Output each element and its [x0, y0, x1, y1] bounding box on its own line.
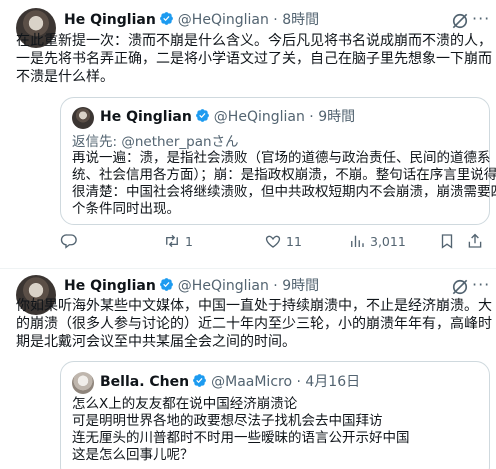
like-button[interactable]: 11: [264, 232, 302, 250]
author-handle[interactable]: @HeQinglian: [178, 278, 269, 294]
more-icon[interactable]: ···: [472, 275, 490, 294]
reply-to-label: 返信先: @nether_panさん: [72, 134, 239, 150]
separator-dot: ·: [273, 12, 278, 28]
quoted-post[interactable]: Bella. Chen @MaaMicro · 4月16日 怎么X上的友友都在说中…: [60, 361, 490, 469]
separator-dot: ·: [309, 109, 314, 125]
quoted-author-handle: @HeQinglian: [213, 109, 305, 125]
post-1[interactable]: He Qinglian @HeQinglian · 8時間 ··· 在此重新提一次…: [0, 0, 496, 269]
grok-icon[interactable]: [450, 277, 470, 297]
quoted-author-avatar: [72, 107, 94, 129]
post-text: 你如果听海外某些中文媒体，中国一直处于持续崩溃中，不止是经济崩溃。大 的崩溃（很…: [16, 298, 492, 350]
quoted-author-name: He Qinglian: [100, 109, 192, 125]
author-name[interactable]: He Qinglian: [64, 12, 156, 28]
views-icon: [351, 235, 364, 247]
post-time[interactable]: 9時間: [282, 278, 319, 294]
action-bar: 1 11 3,011: [60, 232, 490, 260]
quoted-author-handle: @MaaMicro: [211, 374, 293, 390]
more-icon[interactable]: ···: [472, 9, 490, 28]
quoted-author-name: Bella. Chen: [100, 374, 190, 390]
separator-dot: ·: [296, 374, 301, 390]
verified-badge-icon: [193, 374, 207, 387]
bookmark-button[interactable]: [438, 232, 456, 250]
quoted-post-text: 怎么X上的友友都在说中国经济崩溃论 可是明明世界各地的政要想尽法子找机会去中国拜…: [72, 396, 410, 463]
reply-button[interactable]: [60, 232, 82, 250]
bookmark-icon: [441, 234, 453, 249]
like-icon: [265, 235, 281, 248]
author-name[interactable]: He Qinglian: [64, 278, 156, 294]
share-icon: [468, 233, 482, 248]
post-time[interactable]: 8時間: [282, 12, 319, 28]
quoted-post-time: 9時間: [318, 109, 356, 125]
views-button[interactable]: 3,011: [348, 232, 406, 250]
repost-button[interactable]: 1: [163, 232, 193, 250]
post-2[interactable]: He Qinglian @HeQinglian · 9時間 ··· 你如果听海外某…: [0, 269, 496, 469]
verified-badge-icon: [159, 278, 173, 291]
quoted-post-text: 再说一遍：溃，是指社会溃败（官场的道德与政治责任、民间的道德系 统、社会信用各方…: [72, 150, 496, 217]
post-header: He Qinglian @HeQinglian · 9時間: [64, 277, 319, 295]
grok-icon[interactable]: [450, 11, 470, 31]
quoted-post-time: 4月16日: [305, 374, 361, 390]
quoted-author-avatar: [72, 372, 94, 394]
verified-badge-icon: [159, 12, 173, 25]
author-handle[interactable]: @HeQinglian: [178, 12, 269, 28]
separator-dot: ·: [273, 278, 278, 294]
quoted-post-header: Bella. Chen @MaaMicro · 4月16日: [100, 373, 360, 391]
repost-icon: [166, 234, 178, 248]
reply-icon: [60, 234, 77, 249]
verified-badge-icon: [195, 109, 209, 122]
quoted-post-header: He Qinglian @HeQinglian · 9時間: [100, 108, 355, 126]
post-text: 在此重新提一次：溃而不崩是什么含义。今后凡见将书名说成崩而不溃的人， 一是先将书…: [16, 33, 492, 85]
quoted-post[interactable]: He Qinglian @HeQinglian · 9時間 返信先: @nethe…: [60, 97, 496, 225]
post-header: He Qinglian @HeQinglian · 8時間: [64, 11, 319, 29]
share-button[interactable]: [466, 232, 484, 250]
